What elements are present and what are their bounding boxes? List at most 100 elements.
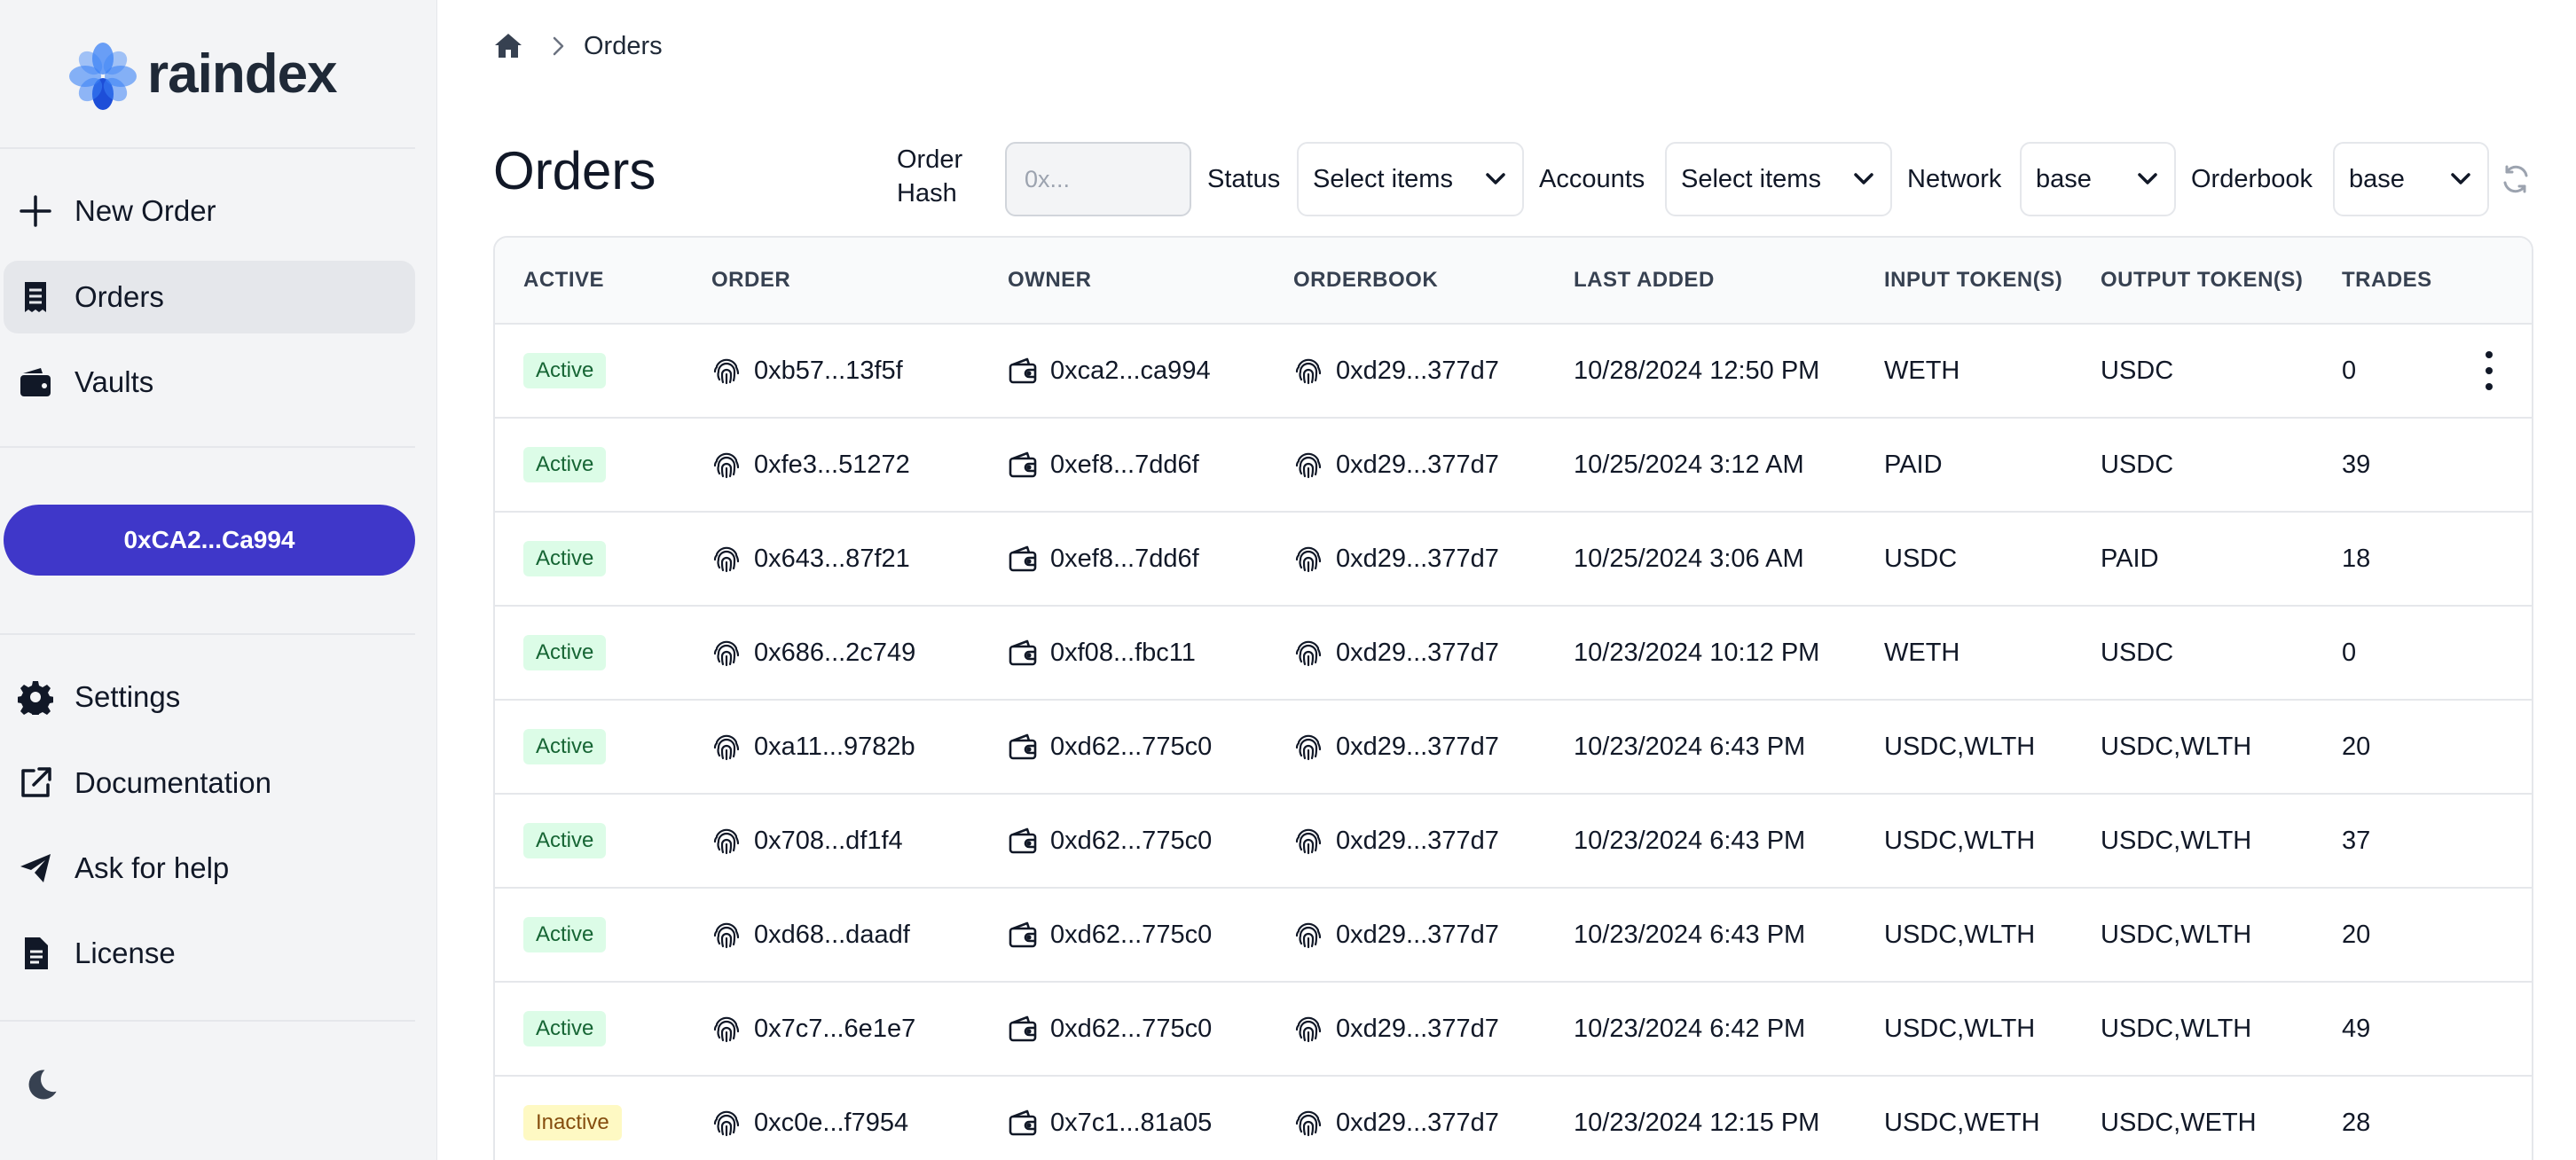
order-cell[interactable]: 0xfe3...51272 [711,419,910,511]
owner-cell[interactable]: 0xf08...fbc11 [1008,607,1196,699]
owner-address: 0xef8...7dd6f [1050,450,1199,479]
fingerprint-icon [1293,920,1336,950]
order-hash: 0x686...2c749 [754,638,916,667]
owner-cell[interactable]: 0xef8...7dd6f [1008,513,1199,605]
sidebar-item-settings[interactable]: Settings [4,661,415,733]
fingerprint-icon [711,544,754,574]
table-row[interactable]: Active 0xb57...13f5f 0xca2...ca994 0xd29...… [495,323,2532,417]
owner-cell[interactable]: 0xd62...775c0 [1008,795,1212,887]
status-cell: Inactive [523,1077,622,1160]
column-header-active[interactable]: ACTIVE [523,238,604,323]
raindex-logo[interactable]: raindex [69,41,338,112]
order-cell[interactable]: 0xa11...9782b [711,701,915,793]
column-header-trades[interactable]: TRADES [2342,238,2432,323]
order-cell[interactable]: 0x708...df1f4 [711,795,903,887]
order-cell[interactable]: 0xd68...daadf [711,889,910,981]
sidebar-item-new-order[interactable]: New Order [4,175,415,247]
column-header-last-added[interactable]: LAST ADDED [1574,238,1715,323]
chevron-down-icon [1486,173,1505,184]
order-cell[interactable]: 0xb57...13f5f [711,325,903,417]
sidebar-item-label: Ask for help [75,851,230,884]
table-row[interactable]: Active 0x7c7...6e1e7 0xd62...775c0 0xd29...… [495,981,2532,1075]
orderbook-select[interactable]: base [2333,142,2489,216]
fingerprint-icon [1293,826,1336,856]
orderbook-address: 0xd29...377d7 [1336,1108,1499,1137]
order-cell[interactable]: 0x7c7...6e1e7 [711,983,915,1075]
sidebar-item-license[interactable]: License [4,917,415,990]
table-row[interactable]: Active 0x708...df1f4 0xd62...775c0 0xd29...… [495,793,2532,887]
last-added-cell: 10/23/2024 10:12 PM [1574,638,1820,667]
orderbook-cell[interactable]: 0xd29...377d7 [1293,325,1499,417]
status-select[interactable]: Select items [1297,142,1524,216]
orderbook-cell[interactable]: 0xd29...377d7 [1293,513,1499,605]
sidebar-item-vaults[interactable]: Vaults [4,346,415,419]
owner-cell[interactable]: 0xef8...7dd6f [1008,419,1199,511]
sidebar-item-ask-for-help[interactable]: Ask for help [4,832,415,905]
owner-address: 0xd62...775c0 [1050,1014,1213,1043]
sidebar-item-documentation[interactable]: Documentation [4,747,415,819]
orderbook-cell[interactable]: 0xd29...377d7 [1293,1077,1499,1160]
wallet-icon [1008,920,1050,950]
input-tokens-cell: USDC,WLTH [1884,826,2036,855]
orderbook-cell[interactable]: 0xd29...377d7 [1293,983,1499,1075]
order-hash: 0x7c7...6e1e7 [754,1014,916,1043]
table-row[interactable]: Active 0xa11...9782b 0xd62...775c0 0xd29...… [495,699,2532,793]
wallet-icon [1008,826,1050,856]
order-hash-label-line1: Order [897,145,963,174]
column-header-owner[interactable]: OWNER [1008,238,1092,323]
owner-cell[interactable]: 0xca2...ca994 [1008,325,1211,417]
owner-cell[interactable]: 0xd62...775c0 [1008,983,1212,1075]
last-added-cell: 10/25/2024 3:12 AM [1574,450,1804,479]
orderbook-cell[interactable]: 0xd29...377d7 [1293,889,1499,981]
orderbook-cell[interactable]: 0xd29...377d7 [1293,701,1499,793]
order-cell[interactable]: 0x686...2c749 [711,607,915,699]
wallet-icon [1008,732,1050,762]
input-tokens-cell: USDC [1884,544,1958,573]
owner-cell[interactable]: 0xd62...775c0 [1008,701,1212,793]
raindex-flower-icon [69,43,137,110]
owner-cell[interactable]: 0xd62...775c0 [1008,889,1212,981]
table-row[interactable]: Active 0xfe3...51272 0xef8...7dd6f 0xd29...… [495,417,2532,511]
column-header-input-tokens[interactable]: INPUT TOKEN(S) [1884,238,2062,323]
input-tokens-cell: USDC,WETH [1884,1108,2040,1137]
orderbook-cell[interactable]: 0xd29...377d7 [1293,419,1499,511]
wallet-connect-button[interactable]: 0xCA2...Ca994 [4,505,415,576]
table-row[interactable]: Inactive 0xc0e...f7954 0x7c1...81a05 0xd29.… [495,1075,2532,1160]
orderbook-address: 0xd29...377d7 [1336,920,1499,949]
status-badge: Active [523,729,607,764]
kebab-menu-icon[interactable] [2471,351,2507,390]
order-cell[interactable]: 0x643...87f21 [711,513,910,605]
network-label: Network [1907,165,2002,193]
column-header-output-tokens[interactable]: OUTPUT TOKEN(S) [2101,238,2303,323]
input-tokens-cell: USDC,WLTH [1884,920,2036,949]
home-icon[interactable] [493,31,523,61]
trades-cell: 0 [2342,356,2357,385]
accounts-select[interactable]: Select items [1665,142,1892,216]
fingerprint-icon [711,638,754,668]
breadcrumb: Orders [493,28,663,64]
column-header-order[interactable]: ORDER [711,238,790,323]
fingerprint-icon [1293,356,1336,386]
chevron-down-icon [1854,173,1873,184]
fingerprint-icon [711,450,754,480]
fingerprint-icon [1293,450,1336,480]
table-row[interactable]: Active 0x643...87f21 0xef8...7dd6f 0xd29...… [495,511,2532,605]
order-cell[interactable]: 0xc0e...f7954 [711,1077,908,1160]
table-row[interactable]: Active 0x686...2c749 0xf08...fbc11 0xd29...… [495,605,2532,699]
order-hash-label-line2: Hash [897,179,957,208]
orderbook-cell[interactable]: 0xd29...377d7 [1293,607,1499,699]
owner-cell[interactable]: 0x7c1...81a05 [1008,1077,1212,1160]
sidebar-item-orders[interactable]: Orders [4,261,415,333]
order-hash-input[interactable] [1005,142,1191,216]
status-cell: Active [523,607,607,699]
refresh-icon[interactable] [2500,163,2532,195]
status-cell: Active [523,889,607,981]
fingerprint-icon [711,1014,754,1044]
fingerprint-icon [1293,544,1336,574]
wallet-icon [16,363,55,402]
column-header-orderbook[interactable]: ORDERBOOK [1293,238,1438,323]
table-row[interactable]: Active 0xd68...daadf 0xd62...775c0 0xd29...… [495,887,2532,981]
network-select[interactable]: base [2020,142,2176,216]
orderbook-cell[interactable]: 0xd29...377d7 [1293,795,1499,887]
moon-icon[interactable] [21,1064,60,1103]
